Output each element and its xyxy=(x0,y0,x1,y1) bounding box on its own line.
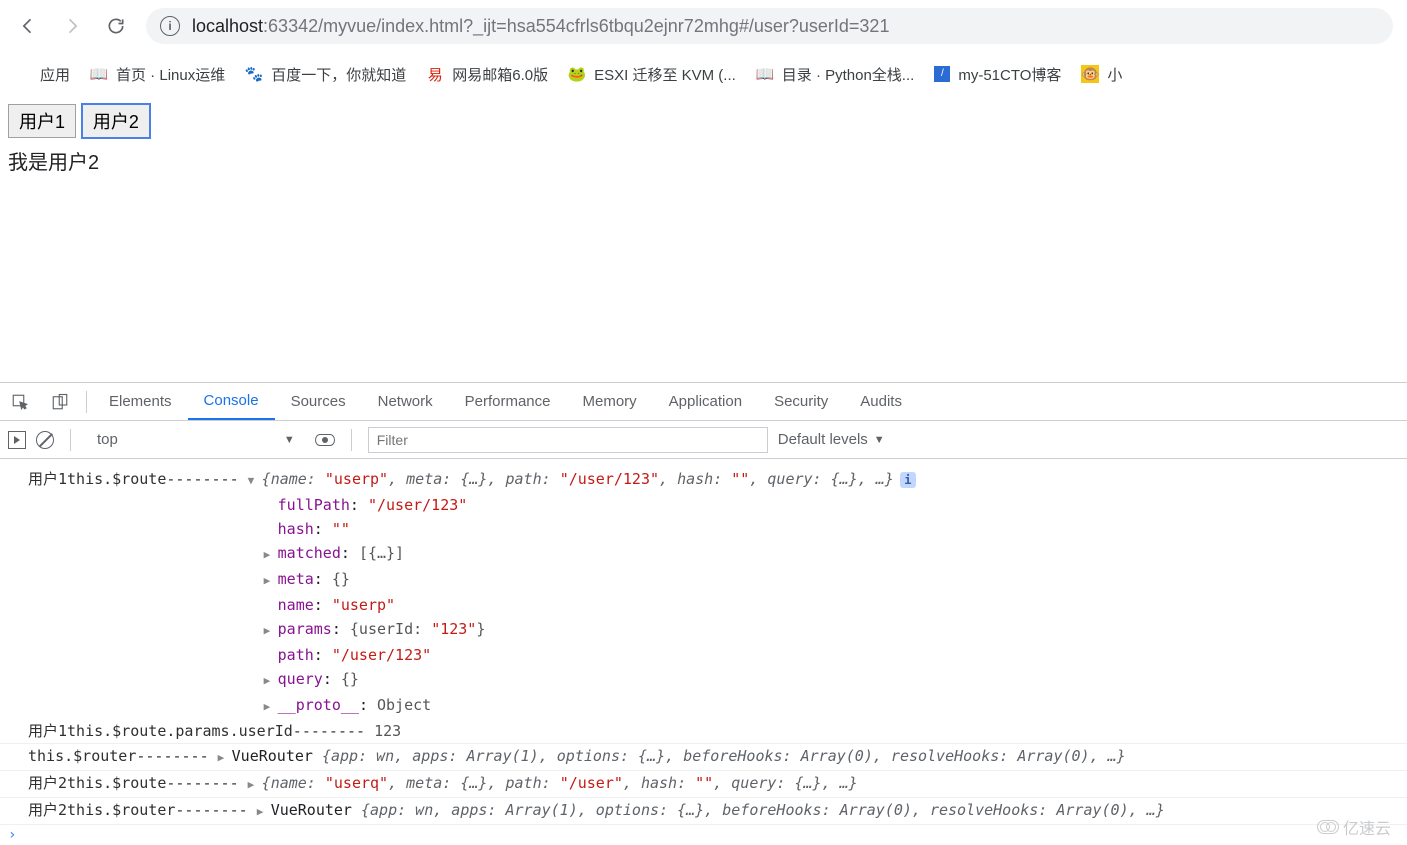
toggle-sidebar-icon[interactable] xyxy=(8,431,26,449)
monkey-icon: 🐵 xyxy=(1081,65,1099,83)
page-content: 用户1 用户2 我是用户2 xyxy=(0,96,1407,183)
bookmark-item[interactable]: 📖 首页 · Linux运维 xyxy=(90,64,225,85)
log-label: 用户2this.$router-------- xyxy=(28,798,257,824)
tab-security[interactable]: Security xyxy=(758,383,844,420)
chevron-down-icon: ▼ xyxy=(284,434,295,446)
bookmark-item[interactable]: 🐵小 xyxy=(1081,64,1122,85)
tab-sources[interactable]: Sources xyxy=(275,383,362,420)
bookmark-label: 小 xyxy=(1107,64,1122,85)
levels-label: Default levels xyxy=(778,431,868,448)
tab-application[interactable]: Application xyxy=(653,383,758,420)
console-entry: 用户2this.$router-------- ▶VueRouter {app:… xyxy=(0,798,1407,825)
tab-memory[interactable]: Memory xyxy=(567,383,653,420)
tab-audits[interactable]: Audits xyxy=(844,383,918,420)
expand-arrow-icon[interactable]: ▶ xyxy=(264,695,274,719)
divider xyxy=(86,391,87,413)
log-label: 用户2this.$route-------- xyxy=(28,771,248,797)
back-button[interactable] xyxy=(14,12,42,40)
apps-icon xyxy=(14,65,32,83)
bookmark-label: ESXI 迁移至 KVM (... xyxy=(594,64,736,85)
bookmark-label: my-51CTO博客 xyxy=(958,64,1061,85)
bookmark-label: 网易邮箱6.0版 xyxy=(452,64,548,85)
bookmark-label: 百度一下，你就知道 xyxy=(271,64,406,85)
bookmark-label: 首页 · Linux运维 xyxy=(116,64,225,85)
expand-arrow-icon[interactable]: ▶ xyxy=(264,569,274,593)
expand-arrow-icon[interactable]: ▼ xyxy=(248,469,258,493)
console-entry: 用户2this.$route-------- ▶{name: "userq", … xyxy=(0,771,1407,798)
live-expression-icon[interactable] xyxy=(315,434,335,446)
site-info-icon[interactable]: i xyxy=(160,16,180,36)
filter-input[interactable] xyxy=(368,427,768,453)
tab-network[interactable]: Network xyxy=(362,383,449,420)
devtools-tabs: ElementsConsoleSourcesNetworkPerformance… xyxy=(0,383,1407,421)
console-toolbar: top ▼ Default levels ▼ xyxy=(0,421,1407,459)
book-icon: 📖 xyxy=(756,65,774,83)
url-text: localhost:63342/myvue/index.html?_ijt=hs… xyxy=(192,16,889,37)
reload-button[interactable] xyxy=(102,12,130,40)
apps-button[interactable]: 应用 xyxy=(14,64,70,85)
expand-arrow-icon[interactable]: ▶ xyxy=(264,619,274,643)
devtools-panel: ElementsConsoleSourcesNetworkPerformance… xyxy=(0,382,1407,845)
bookmark-item[interactable]: / my-51CTO博客 xyxy=(934,64,1061,85)
expand-arrow-icon[interactable]: ▶ xyxy=(257,800,267,824)
log-body[interactable]: ▶VueRouter {app: wn, apps: Array(1), opt… xyxy=(257,798,1379,824)
expand-arrow-icon[interactable]: ▶ xyxy=(248,773,258,797)
log-body[interactable]: ▶{name: "userq", meta: {…}, path: "/user… xyxy=(248,771,1379,797)
context-label: top xyxy=(97,431,118,448)
cto-icon: / xyxy=(934,66,950,82)
expand-arrow-icon[interactable]: ▶ xyxy=(264,669,274,693)
bookmark-item[interactable]: 🐸 ESXI 迁移至 KVM (... xyxy=(568,64,736,85)
tab-console[interactable]: Console xyxy=(188,383,275,420)
console-prompt[interactable]: › xyxy=(0,825,1407,845)
user2-button[interactable]: 用户2 xyxy=(82,104,150,138)
frog-icon: 🐸 xyxy=(568,65,586,83)
user1-button[interactable]: 用户1 xyxy=(8,104,76,138)
expand-arrow-icon[interactable]: ▶ xyxy=(218,746,228,770)
divider xyxy=(351,429,352,451)
page-text: 我是用户2 xyxy=(8,146,1399,175)
expand-arrow-icon[interactable]: ▶ xyxy=(264,543,274,567)
clear-console-icon[interactable] xyxy=(36,431,54,449)
info-badge-icon[interactable]: i xyxy=(900,472,916,488)
bookmark-item[interactable]: 🐾 百度一下，你就知道 xyxy=(245,64,406,85)
browser-toolbar: i localhost:63342/myvue/index.html?_ijt=… xyxy=(0,0,1407,52)
tab-performance[interactable]: Performance xyxy=(449,383,567,420)
forward-button[interactable] xyxy=(58,12,86,40)
bookmark-item[interactable]: 易网易邮箱6.0版 xyxy=(426,64,548,85)
baidu-icon: 🐾 xyxy=(245,65,263,83)
apps-label: 应用 xyxy=(40,64,70,85)
log-label: this.$router-------- xyxy=(28,744,218,770)
bookmarks-bar: 应用 📖 首页 · Linux运维 🐾 百度一下，你就知道 易网易邮箱6.0版 🐸 E… xyxy=(0,52,1407,96)
inspect-element-button[interactable] xyxy=(0,383,40,420)
log-body[interactable]: ▼{name: "userp", meta: {…}, path: "/user… xyxy=(248,467,1379,719)
watermark-icon xyxy=(1317,820,1339,834)
divider xyxy=(70,429,71,451)
console-entry: this.$router-------- ▶VueRouter {app: wn… xyxy=(0,744,1407,771)
tab-elements[interactable]: Elements xyxy=(93,383,188,420)
device-toggle-button[interactable] xyxy=(40,383,80,420)
log-label: 用户1this.$route-------- xyxy=(28,467,248,491)
watermark: 亿速云 xyxy=(1317,815,1391,839)
console-entry: 用户1this.$route-------- ▼{name: "userp", … xyxy=(0,465,1407,719)
bookmark-item[interactable]: 📖 目录 · Python全栈... xyxy=(756,64,915,85)
bookmark-label: 目录 · Python全栈... xyxy=(782,64,915,85)
book-icon: 📖 xyxy=(90,65,108,83)
log-body[interactable]: 123 xyxy=(374,719,1379,743)
log-label: 用户1this.$route.params.userId-------- xyxy=(28,719,374,743)
netease-icon: 易 xyxy=(426,65,444,83)
console-output: 用户1this.$route-------- ▼{name: "userp", … xyxy=(0,459,1407,825)
log-levels-selector[interactable]: Default levels ▼ xyxy=(778,431,885,448)
context-selector[interactable]: top ▼ xyxy=(87,431,305,448)
console-entry: 用户1this.$route.params.userId-------- 123 xyxy=(0,719,1407,744)
chevron-down-icon: ▼ xyxy=(874,434,885,446)
log-body[interactable]: ▶VueRouter {app: wn, apps: Array(1), opt… xyxy=(218,744,1379,770)
address-bar[interactable]: i localhost:63342/myvue/index.html?_ijt=… xyxy=(146,8,1393,44)
